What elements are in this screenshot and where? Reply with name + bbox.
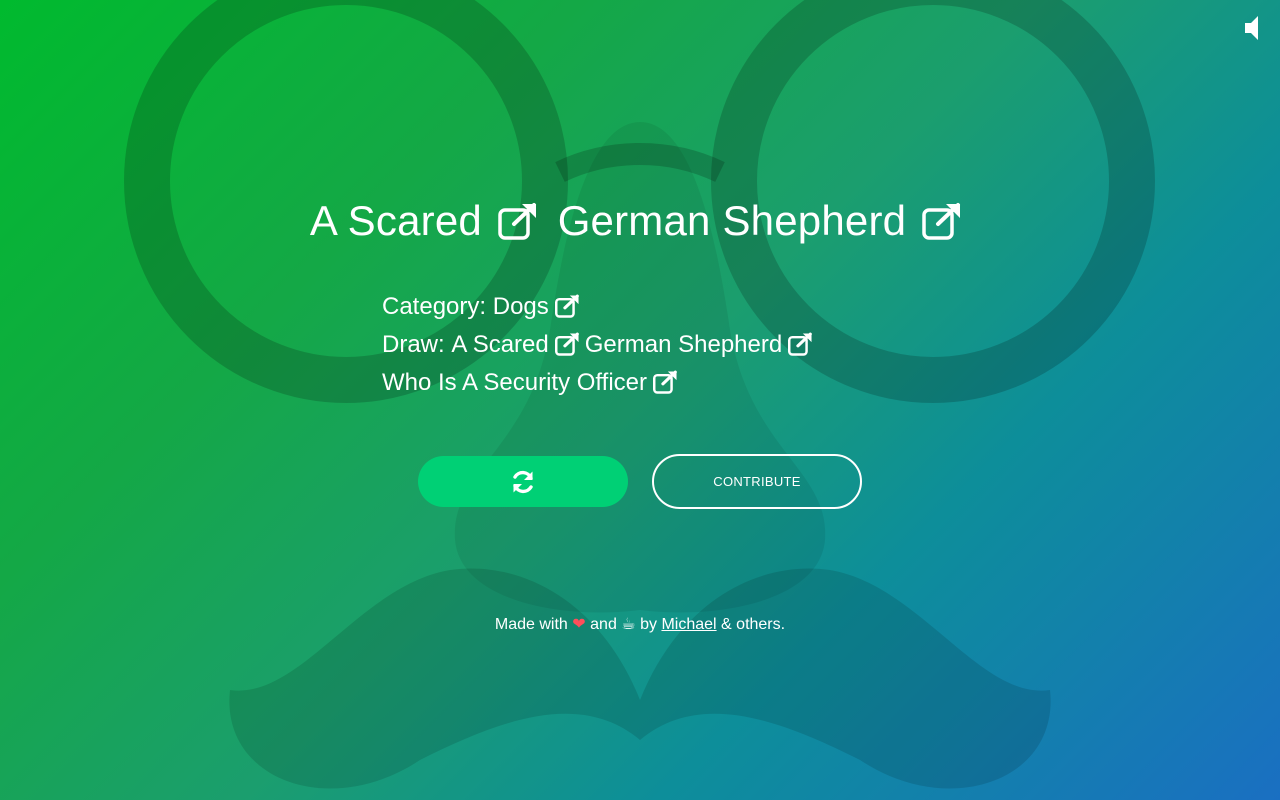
page-title: A Scared German Shepherd <box>0 192 1280 247</box>
footer-credits: Made with ❤ and ☕ by Michael & others. <box>0 614 1280 636</box>
prompt-details: Category: Dogs Draw: A Scared German She… <box>382 287 818 401</box>
heart-icon: ❤ <box>572 616 586 633</box>
speaker-icon <box>1245 16 1258 40</box>
footer-made-with: Made with <box>494 616 568 633</box>
external-link-icon[interactable] <box>652 368 679 394</box>
footer-others: & others. <box>721 616 786 633</box>
author-link[interactable]: Michael <box>661 616 716 633</box>
draw-label: Draw: <box>382 331 445 359</box>
draw-occupation: Who Is A Security Officer <box>382 369 647 397</box>
contribute-label: CONTRIBUTE <box>713 474 801 489</box>
external-link-icon[interactable] <box>554 292 581 318</box>
draw-row: Draw: A Scared German Shepherd <box>382 325 818 363</box>
external-link-icon[interactable] <box>788 330 814 356</box>
title-word-subject: German Shepherd <box>557 196 907 244</box>
refresh-button[interactable] <box>418 456 628 507</box>
external-link-icon[interactable] <box>498 200 540 240</box>
external-link-icon[interactable] <box>922 200 964 240</box>
sound-toggle-button[interactable] <box>1244 14 1268 42</box>
draw-adjective: A Scared <box>451 331 549 359</box>
category-value: Dogs <box>492 293 549 321</box>
draw-subject: German Shepherd <box>584 331 783 359</box>
title-word-adjective: A Scared <box>309 196 482 244</box>
contribute-button[interactable]: CONTRIBUTE <box>652 454 862 509</box>
refresh-icon <box>513 470 533 493</box>
coffee-icon: ☕ <box>621 616 636 633</box>
footer-and: and <box>590 616 617 633</box>
occupation-row: Who Is A Security Officer <box>382 363 818 401</box>
footer-by: by <box>640 616 657 633</box>
category-label: Category: <box>382 293 487 321</box>
external-link-icon[interactable] <box>554 330 581 356</box>
category-row: Category: Dogs <box>382 287 818 325</box>
